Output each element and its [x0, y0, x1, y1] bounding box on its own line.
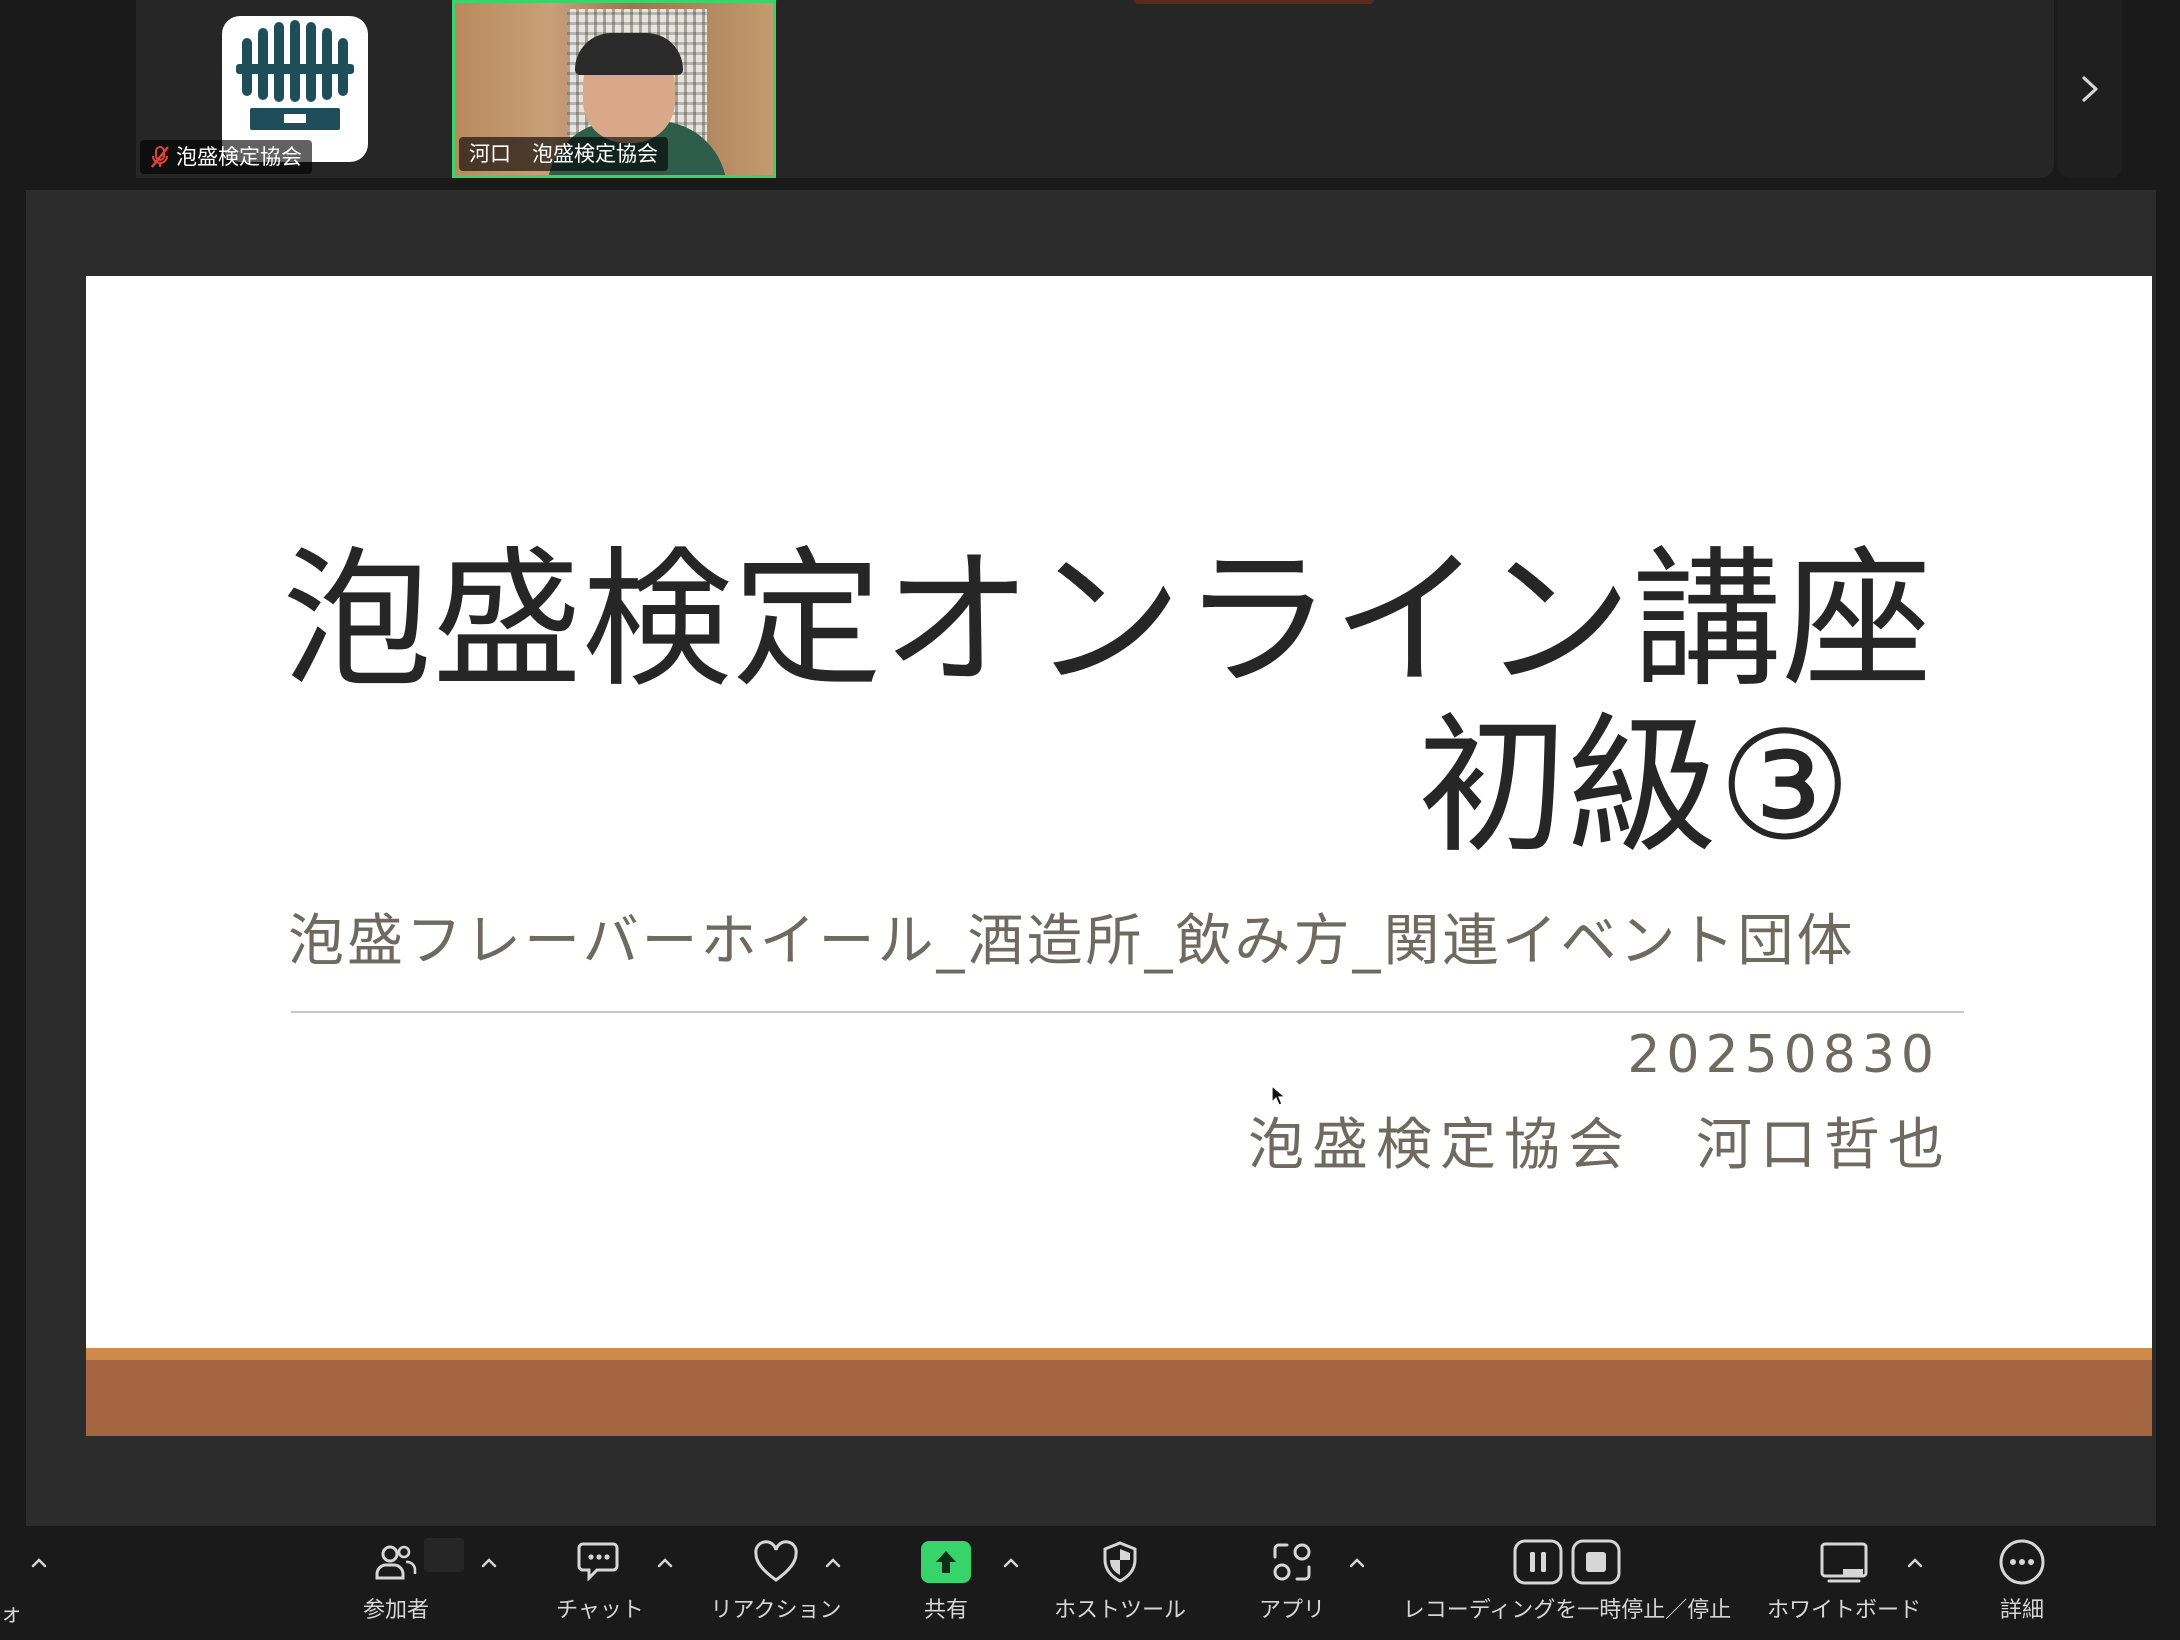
- share-label: 共有: [923, 1598, 968, 1623]
- apps-icon: [1273, 1543, 1311, 1581]
- chevron-up-icon: [31, 1558, 47, 1568]
- arrow-up-icon: [936, 1551, 956, 1573]
- more-button[interactable]: 詳細: [1982, 1536, 2062, 1636]
- slide-title-level: 初級③: [1417, 700, 1852, 874]
- more-label: 詳細: [1999, 1598, 2044, 1623]
- chevron-up-icon: [1907, 1558, 1923, 1568]
- share-options-caret[interactable]: [996, 1548, 1026, 1578]
- slide-footer-band: [86, 1360, 2152, 1436]
- microphone-muted-icon: [151, 146, 169, 168]
- participant-name-tag: 泡盛検定協会: [140, 140, 312, 174]
- participant-name: 河口 泡盛検定協会: [469, 142, 658, 166]
- apps-options-caret[interactable]: [1342, 1548, 1372, 1578]
- apps-button[interactable]: アプリ: [1252, 1536, 1332, 1636]
- participants-icon: [375, 1545, 417, 1580]
- heart-icon: [754, 1540, 798, 1582]
- shield-icon: [1103, 1541, 1137, 1583]
- whiteboard-label: ホワイトボード: [1766, 1598, 1921, 1623]
- chevron-up-icon: [481, 1558, 497, 1568]
- participant-video-cap: [575, 33, 683, 75]
- chat-icon: [577, 1542, 619, 1582]
- participant-tile-speaker[interactable]: 河口 泡盛検定協会: [452, 0, 776, 178]
- chevron-up-icon: [657, 1558, 673, 1568]
- slide-subtitle: 泡盛フレーバーホイール_酒造所_飲み方_関連イベント団体: [288, 909, 1856, 974]
- participant-count-badge: [424, 1538, 464, 1572]
- meeting-toolbar: ォ 参加者 チャット リアクション 共有 ホストツール アプリ レコーディングを…: [0, 1526, 2180, 1640]
- strip-accent: [1134, 0, 1374, 4]
- slide-date: 20250830: [1627, 1025, 1940, 1085]
- chevron-right-icon: [2082, 76, 2098, 102]
- slide-footer-accent: [86, 1348, 2152, 1360]
- reactions-options-caret[interactable]: [818, 1548, 848, 1578]
- chat-label: チャット: [556, 1598, 644, 1623]
- host-tools-label: ホストツール: [1053, 1598, 1186, 1623]
- whiteboard-options-caret[interactable]: [1900, 1548, 1930, 1578]
- audio-options-caret[interactable]: [24, 1548, 54, 1578]
- recording-label: レコーディングを一時停止／停止: [1402, 1598, 1732, 1623]
- participant-name: 泡盛検定協会: [176, 145, 302, 169]
- presentation-slide: 泡盛検定オンライン講座 初級③ 泡盛フレーバーホイール_酒造所_飲み方_関連イベ…: [86, 276, 2152, 1436]
- shared-screen-area: 泡盛検定オンライン講座 初級③ 泡盛フレーバーホイール_酒造所_飲み方_関連イベ…: [26, 190, 2156, 1526]
- participant-name-tag: 河口 泡盛検定協会: [459, 137, 668, 171]
- participants-label: 参加者: [362, 1598, 429, 1623]
- whiteboard-icon: [1820, 1542, 1868, 1583]
- mouse-cursor-icon: [1271, 1084, 1287, 1106]
- next-participants-button[interactable]: [2058, 0, 2122, 178]
- participants-options-caret[interactable]: [474, 1548, 504, 1578]
- recording-pause-stop-icon: [1513, 1539, 1621, 1585]
- toolbar-edge-label: ォ: [0, 1602, 23, 1627]
- chat-button[interactable]: チャット: [552, 1536, 648, 1636]
- share-screen-icon-box: [921, 1541, 971, 1583]
- reactions-label: リアクション: [710, 1598, 842, 1623]
- chevron-up-icon: [1349, 1558, 1365, 1568]
- recording-controls[interactable]: レコーディングを一時停止／停止: [1400, 1536, 1734, 1636]
- chat-options-caret[interactable]: [650, 1548, 680, 1578]
- chevron-up-icon: [1003, 1558, 1019, 1568]
- host-tools-button[interactable]: ホストツール: [1052, 1536, 1188, 1636]
- slide-divider: [291, 1011, 1964, 1013]
- apps-label: アプリ: [1258, 1598, 1325, 1623]
- slide-author: 泡盛検定協会 河口哲也: [1248, 1113, 1952, 1178]
- zoom-meeting-window: 泡盛検定協会 河口 泡盛検定協会 泡盛検定オンライン講座 初級③ 泡盛フレーバー…: [0, 0, 2180, 1640]
- participant-tile-organization[interactable]: 泡盛検定協会: [136, 0, 452, 178]
- share-screen-button[interactable]: 共有: [906, 1536, 986, 1636]
- chevron-up-icon: [825, 1558, 841, 1568]
- more-options-icon: [1999, 1539, 2045, 1585]
- slide-title: 泡盛検定オンライン講座: [282, 534, 1933, 708]
